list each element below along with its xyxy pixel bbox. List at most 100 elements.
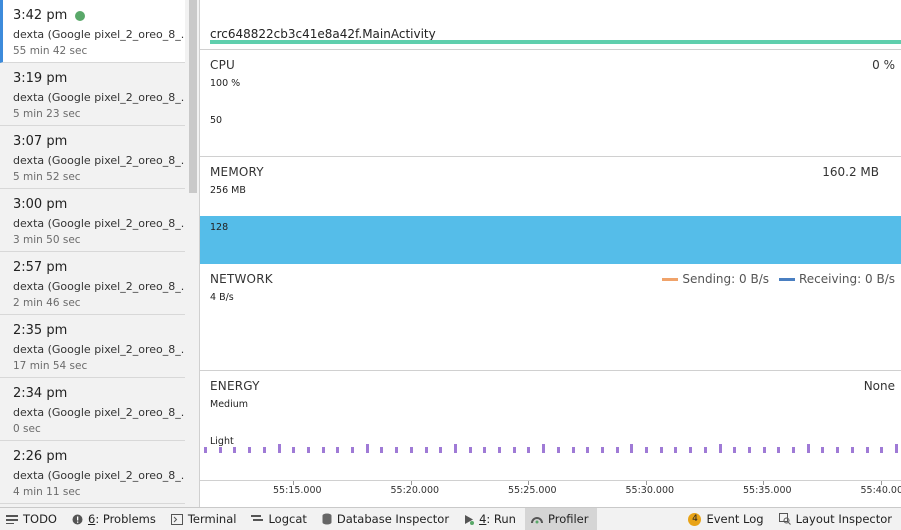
energy-bar — [512, 447, 516, 453]
receiving-label: Receiving: 0 B/s — [799, 272, 895, 286]
energy-bar — [777, 447, 781, 453]
energy-value: None — [863, 379, 895, 393]
memory-title: MEMORY — [210, 165, 264, 179]
session-item[interactable]: 2:35 pm dexta (Google pixel_2_oreo_8_...… — [0, 315, 185, 378]
energy-bar — [439, 447, 443, 453]
session-item[interactable]: 2:57 pm dexta (Google pixel_2_oreo_8_...… — [0, 252, 185, 315]
session-device: dexta (Google pixel_2_oreo_8_... — [13, 91, 185, 104]
event-log-tab[interactable]: 4 Event Log — [682, 508, 772, 530]
session-time: 3:00 pm — [13, 197, 68, 212]
cpu-value: 0 % — [872, 58, 895, 72]
energy-bar — [321, 447, 325, 453]
legend-receiving: Receiving: 0 B/s — [779, 272, 895, 286]
network-legend: Sending: 0 B/s Receiving: 0 B/s — [652, 272, 895, 286]
memory-usage-area — [200, 216, 901, 264]
energy-bar — [880, 447, 884, 453]
session-duration: 0 sec — [13, 423, 41, 435]
profiler-tab[interactable]: Profiler — [524, 507, 598, 530]
cpu-title: CPU — [210, 58, 235, 72]
energy-title: ENERGY — [210, 379, 260, 393]
energy-bar — [380, 447, 384, 453]
axis-label: 55:35.000 — [743, 485, 792, 496]
event-log-count: 4 — [688, 512, 702, 526]
energy-bar — [689, 447, 693, 453]
energy-bar — [674, 447, 678, 453]
activity-row[interactable]: crc648822cb3c41e8a42f.MainActivity — [200, 0, 901, 50]
problems-tab[interactable]: 6: Problems — [66, 508, 165, 530]
session-time: 3:07 pm — [13, 134, 68, 149]
layout-inspector-tab[interactable]: Layout Inspector — [773, 508, 901, 530]
energy-bar — [630, 444, 634, 453]
energy-bar — [204, 447, 207, 453]
energy-bar — [248, 447, 252, 453]
session-duration: 55 min 42 sec — [13, 45, 88, 57]
energy-bar — [527, 447, 531, 453]
logcat-tab[interactable]: Logcat — [245, 508, 315, 530]
legend-sending: Sending: 0 B/s — [662, 272, 769, 286]
session-device: dexta (Google pixel_2_oreo_8_... — [13, 343, 185, 356]
energy-bar — [865, 447, 869, 453]
energy-bar — [498, 447, 501, 453]
cpu-monitor[interactable]: CPU 0 % 100 % 50 — [200, 50, 901, 157]
layout-inspector-label: Layout Inspector — [795, 512, 892, 526]
todo-tab[interactable]: TODO — [0, 508, 66, 530]
terminal-tab[interactable]: Terminal — [165, 508, 246, 530]
inspect-icon — [778, 513, 791, 525]
energy-bar — [718, 444, 722, 453]
energy-bar — [600, 447, 604, 453]
session-item[interactable]: 3:07 pm dexta (Google pixel_2_oreo_8_...… — [0, 126, 185, 189]
energy-bar — [850, 447, 854, 453]
session-device: dexta (Google pixel_2_oreo_8_... — [13, 154, 185, 167]
session-item[interactable]: 3:00 pm dexta (Google pixel_2_oreo_8_...… — [0, 189, 185, 252]
warning-circle-icon — [72, 514, 83, 525]
problems-shortcut: 6 — [87, 512, 96, 526]
energy-bar — [894, 444, 898, 453]
activity-label: crc648822cb3c41e8a42f.MainActivity — [210, 27, 436, 41]
session-device: dexta (Google pixel_2_oreo_8_... — [13, 217, 185, 230]
energy-bar — [468, 447, 472, 453]
energy-bar — [409, 447, 413, 453]
session-item[interactable]: 2:26 pm dexta (Google pixel_2_oreo_8_...… — [0, 441, 185, 504]
memory-tick-max: 256 MB — [210, 185, 246, 196]
memory-tick-mid: 128 — [210, 222, 229, 233]
axis-label: 55:25.000 — [508, 485, 557, 496]
cpu-tick-max: 100 % — [210, 78, 241, 89]
play-icon — [464, 514, 475, 525]
session-time: 2:35 pm — [13, 323, 68, 338]
energy-bar — [615, 447, 619, 453]
energy-bar — [218, 447, 222, 453]
energy-bar — [733, 447, 737, 453]
energy-bar — [453, 444, 457, 453]
sessions-panel: 3:42 pm dexta (Google pixel_2_oreo_8_...… — [0, 0, 200, 507]
list-icon — [6, 514, 18, 524]
energy-bar — [292, 447, 296, 453]
session-duration: 3 min 50 sec — [13, 234, 81, 246]
axis-label: 55:30.000 — [625, 485, 675, 496]
energy-bar — [395, 447, 399, 453]
database-inspector-tab[interactable]: Database Inspector — [316, 508, 458, 530]
profiler-window: 3:42 pm dexta (Google pixel_2_oreo_8_...… — [0, 0, 901, 530]
session-item[interactable]: 2:34 pm dexta (Google pixel_2_oreo_8_...… — [0, 378, 185, 441]
session-item[interactable]: 3:19 pm dexta (Google pixel_2_oreo_8_...… — [0, 63, 185, 126]
run-tab[interactable]: 4: Run — [458, 508, 525, 530]
energy-monitor[interactable]: ENERGY None Medium Light — [200, 371, 901, 480]
session-duration: 17 min 54 sec — [13, 360, 88, 372]
network-monitor[interactable]: NETWORK Sending: 0 B/s Receiving: 0 B/s … — [200, 264, 901, 371]
session-time: 2:26 pm — [13, 449, 68, 464]
sessions-scrollbar[interactable] — [189, 0, 197, 193]
session-item[interactable]: 3:42 pm dexta (Google pixel_2_oreo_8_...… — [0, 0, 185, 63]
gauge-icon — [530, 514, 543, 524]
logcat-label: Logcat — [268, 512, 307, 526]
sending-swatch — [662, 277, 679, 281]
axis-label: 55:15.000 — [273, 485, 322, 496]
session-time: 3:42 pm — [13, 8, 68, 23]
todo-label: TODO — [23, 512, 57, 526]
session-duration: 4 min 11 sec — [13, 486, 81, 498]
logcat-icon — [251, 514, 264, 524]
memory-monitor[interactable]: MEMORY 160.2 MB 256 MB 128 — [200, 157, 901, 264]
time-axis[interactable]: 55:15.000 55:20.000 55:25.000 55:30.000 55:3… — [200, 480, 901, 507]
session-device: dexta (Google pixel_2_oreo_8_... — [13, 28, 185, 41]
tool-window-bar: TODO 6: Problems Terminal Logcat Databas… — [0, 507, 901, 530]
session-duration: 5 min 23 sec — [13, 108, 81, 120]
energy-bar — [351, 447, 354, 453]
